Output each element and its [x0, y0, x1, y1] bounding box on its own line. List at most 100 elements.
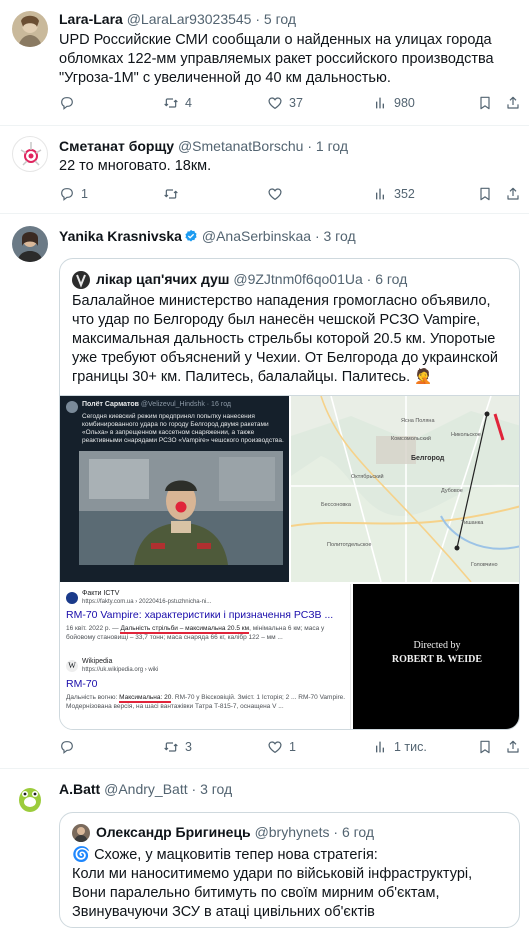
tweet[interactable]: Сметанат борщу @SmetanatBorschu · 1 год … [0, 126, 529, 214]
media-credits[interactable]: Directed by ROBERT B. WEIDE [353, 584, 519, 729]
tweet-header: Yanika Krasnivska @AnaSerbinskaa · 3 год [59, 228, 356, 244]
heart-icon [267, 186, 283, 202]
display-name[interactable]: Lara-Lara [59, 11, 123, 27]
timestamp[interactable]: 5 год [264, 11, 296, 27]
avatar-image [20, 142, 42, 166]
like-button[interactable]: 1 [267, 739, 296, 755]
display-name[interactable]: Yanika Krasnivska [59, 228, 182, 244]
reply-icon [59, 95, 75, 111]
tweet-text: 22 то многовато. 18км. [59, 158, 212, 174]
views-button[interactable]: 1 тис. [372, 739, 427, 755]
result-snippet: Дальність вогню: Максимальна: 20. RM-70 … [66, 694, 346, 720]
quoted-tweet[interactable]: Олександр Бригинець @bryhynets · 6 год 🌀… [59, 812, 520, 928]
timestamp[interactable]: 3 год [200, 781, 232, 797]
retweet-count: 4 [185, 96, 192, 110]
quoted-display-name: лікар цап'ячих душ [96, 271, 230, 287]
map-label: Политотдельское [327, 542, 371, 548]
quoted-handle: @bryhynets [254, 824, 330, 840]
tweet-header: Lara-Lara @LaraLar93023545 · 5 год [59, 11, 296, 27]
retweet-icon [163, 739, 179, 755]
tweet[interactable]: A.Batt @Andry_Batt · 3 год Олександр Бри… [0, 769, 529, 931]
tweet-text: UPD Российские СМИ сообщали о найденных … [59, 32, 494, 86]
reply-button[interactable]: 1 [59, 186, 88, 202]
bookmark-button[interactable] [477, 739, 493, 755]
retweet-button[interactable] [163, 186, 185, 202]
view-count: 352 [394, 187, 415, 201]
snippet-prefix: 16 квіт. 2022 р. — [66, 625, 121, 632]
quoted-avatar [72, 271, 90, 289]
wikipedia-icon: W [66, 660, 78, 672]
like-button[interactable] [267, 186, 289, 202]
share-button[interactable] [505, 95, 521, 111]
tweet-header: Сметанат борщу @SmetanatBorschu · 1 год [59, 138, 348, 154]
map-label: Ясна Поляна [401, 418, 435, 424]
verified-badge-icon [184, 229, 198, 243]
bookmark-icon [477, 95, 493, 111]
tweet[interactable]: Yanika Krasnivska @AnaSerbinskaa · 3 год… [0, 214, 529, 769]
share-icon [505, 95, 521, 111]
display-name[interactable]: Сметанат борщу [59, 138, 174, 154]
share-button[interactable] [505, 186, 521, 202]
avatar[interactable] [12, 11, 48, 47]
quoted-tweet[interactable]: лікар цап'ячих душ @9ZJtnm0f6qo01Ua · 6 … [59, 258, 520, 730]
snippet-prefix: Дальність вогню: [66, 694, 120, 701]
quoted-header: лікар цап'ячих душ @9ZJtnm0f6qo01Ua · 6 … [96, 271, 407, 287]
map-label: Бессоновка [321, 502, 352, 508]
user-handle[interactable]: @Andry_Batt [104, 781, 187, 797]
reply-count: 1 [81, 187, 88, 201]
site-favicon-icon [66, 592, 78, 604]
reply-button[interactable] [59, 95, 81, 111]
general-video-still [79, 451, 283, 565]
result-title[interactable]: RM-70 Vampire: характеристики і призначе… [66, 609, 333, 621]
retweet-button[interactable]: 3 [163, 739, 192, 755]
map-graphic: Ясна Поляна Комсомольский Белгород Бессо… [291, 396, 519, 582]
like-count: 37 [289, 96, 303, 110]
share-icon [505, 739, 521, 755]
user-handle[interactable]: @AnaSerbinskaa [202, 228, 311, 244]
post-author: Полёт Сарматов [82, 401, 139, 408]
reply-button[interactable] [59, 739, 81, 755]
avatar[interactable] [12, 136, 48, 172]
map-label: Головчино [471, 562, 498, 568]
bookmark-button[interactable] [477, 186, 493, 202]
timestamp[interactable]: 3 год [324, 228, 356, 244]
tweet-header: A.Batt @Andry_Batt · 3 год [59, 781, 232, 797]
media-search-results[interactable]: Факти ICTV https://fakty.com.ua › 202204… [60, 584, 351, 729]
media-map[interactable]: Ясна Поляна Комсомольский Белгород Бессо… [291, 396, 519, 582]
media-grid: Полёт Сарматов @Velizevul_Hindshk · 16 г… [60, 395, 519, 729]
avatar[interactable] [12, 780, 48, 816]
result-snippet: 16 квіт. 2022 р. — Дальність стрільби – … [66, 625, 346, 651]
display-name[interactable]: A.Batt [59, 781, 100, 797]
quoted-header: Олександр Бригинець @bryhynets · 6 год [96, 824, 374, 840]
bookmark-icon [477, 739, 493, 755]
user-handle[interactable]: @SmetanatBorschu [178, 138, 304, 154]
result-source: Факти ICTV [82, 590, 120, 597]
tweet[interactable]: Lara-Lara @LaraLar93023545 · 5 год UPD Р… [0, 0, 529, 126]
retweet-button[interactable]: 4 [163, 95, 192, 111]
separator-dot: · [314, 228, 320, 244]
views-button[interactable]: 352 [372, 186, 415, 202]
heart-icon [267, 95, 283, 111]
media-post-screenshot[interactable]: Полёт Сарматов @Velizevul_Hindshk · 16 г… [60, 396, 289, 582]
views-button[interactable]: 980 [372, 95, 415, 111]
separator-dot: · [366, 271, 372, 287]
timestamp[interactable]: 1 год [316, 138, 348, 154]
map-label: Октябрьский [351, 473, 384, 480]
map-label: Комсомольский [391, 435, 431, 442]
avatar-image [19, 788, 41, 812]
quoted-text: 🌀 Схоже, у мацковитів тепер нова стратег… [72, 847, 473, 920]
map-label: Белгород [411, 455, 445, 462]
result-title[interactable]: RM-70 [66, 678, 98, 690]
quoted-timestamp: 6 год [375, 271, 408, 287]
avatar[interactable] [12, 226, 48, 262]
share-button[interactable] [505, 739, 521, 755]
user-handle[interactable]: @LaraLar93023545 [127, 11, 252, 27]
quoted-display-name: Олександр Бригинець [96, 824, 251, 840]
reply-icon [59, 186, 75, 202]
heart-icon [267, 739, 283, 755]
map-label: Тишанка [461, 520, 484, 526]
like-button[interactable]: 37 [267, 95, 303, 111]
map-label: Дубовое [441, 488, 463, 494]
bookmark-button[interactable] [477, 95, 493, 111]
bookmark-icon [477, 186, 493, 202]
